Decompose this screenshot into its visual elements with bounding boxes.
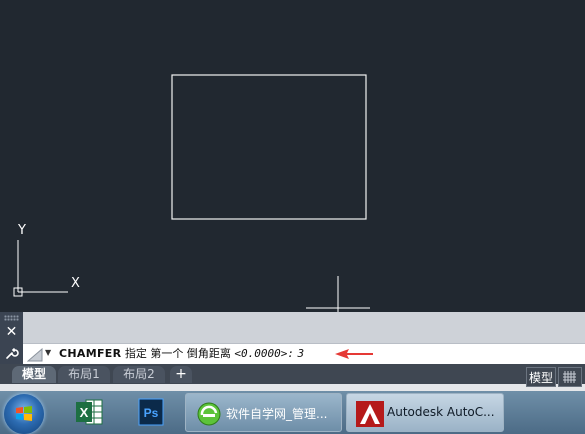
command-prompt-text: CHAMFER 指定 第一个 倒角距离 <0.0000>: 3 <box>59 346 304 362</box>
tab-strip: 模型 布局1 布局2 + <box>0 364 585 384</box>
tab-model[interactable]: 模型 <box>12 366 56 383</box>
autocad-icon <box>356 401 384 427</box>
command-name: CHAMFER <box>59 347 122 360</box>
default-value: <0.0000>: <box>234 347 294 360</box>
model-space-button[interactable]: 模型 <box>526 367 556 387</box>
taskbar-window-autocad[interactable]: Autodesk AutoC... <box>346 393 504 432</box>
drawn-rectangle[interactable] <box>171 74 367 220</box>
prompt-text: 指定 第一个 倒角距离 <box>124 347 231 360</box>
ucs-icon <box>13 240 68 297</box>
taskbar-window-label: 软件自学网_管理... <box>226 407 328 421</box>
crosshair-cursor <box>306 276 370 312</box>
add-layout-button[interactable]: + <box>170 366 192 383</box>
customize-icon[interactable] <box>4 346 19 361</box>
grip-handle[interactable] <box>4 315 19 321</box>
excel-label: X <box>80 405 89 420</box>
tab-layout2[interactable]: 布局2 <box>113 366 165 383</box>
browser-icon <box>197 402 221 426</box>
command-line-panel: ✕ ▼ CHAMFER 指定 第一个 倒角距离 <0.0000>: 3 <box>0 312 585 364</box>
taskbar-window-browser[interactable]: 软件自学网_管理... <box>185 393 342 432</box>
photoshop-label: Ps <box>144 406 159 420</box>
recent-commands-icon[interactable] <box>26 347 43 362</box>
command-line-sidebar: ✕ <box>0 312 23 364</box>
layout-tab-bar: 模型 布局1 布局2 + 模型 <box>0 364 585 391</box>
excel-icon[interactable]: X <box>72 396 106 428</box>
tab-layout1[interactable]: 布局1 <box>58 366 110 383</box>
grid-toggle[interactable] <box>558 367 582 387</box>
drawing-canvas[interactable]: Y X <box>0 0 585 312</box>
windows-taskbar: X Ps 软件自学网_管理... Autodesk AutoC... <box>0 391 585 434</box>
grid-icon <box>563 371 576 383</box>
close-icon[interactable]: ✕ <box>4 325 19 340</box>
canvas-svg <box>13 74 370 312</box>
taskbar-window-label: Autodesk AutoC... <box>387 405 495 419</box>
ucs-y-label: Y <box>18 223 26 238</box>
start-button[interactable] <box>4 394 44 434</box>
red-arrow-annotation <box>335 349 373 359</box>
entered-value: 3 <box>297 347 305 360</box>
photoshop-icon[interactable]: Ps <box>134 396 168 428</box>
chevron-down-icon[interactable]: ▼ <box>45 348 51 357</box>
command-history <box>23 312 585 343</box>
command-input[interactable]: ▼ CHAMFER 指定 第一个 倒角距离 <0.0000>: 3 <box>23 343 585 364</box>
ucs-x-label: X <box>71 276 80 291</box>
windows-logo-icon <box>16 406 32 421</box>
